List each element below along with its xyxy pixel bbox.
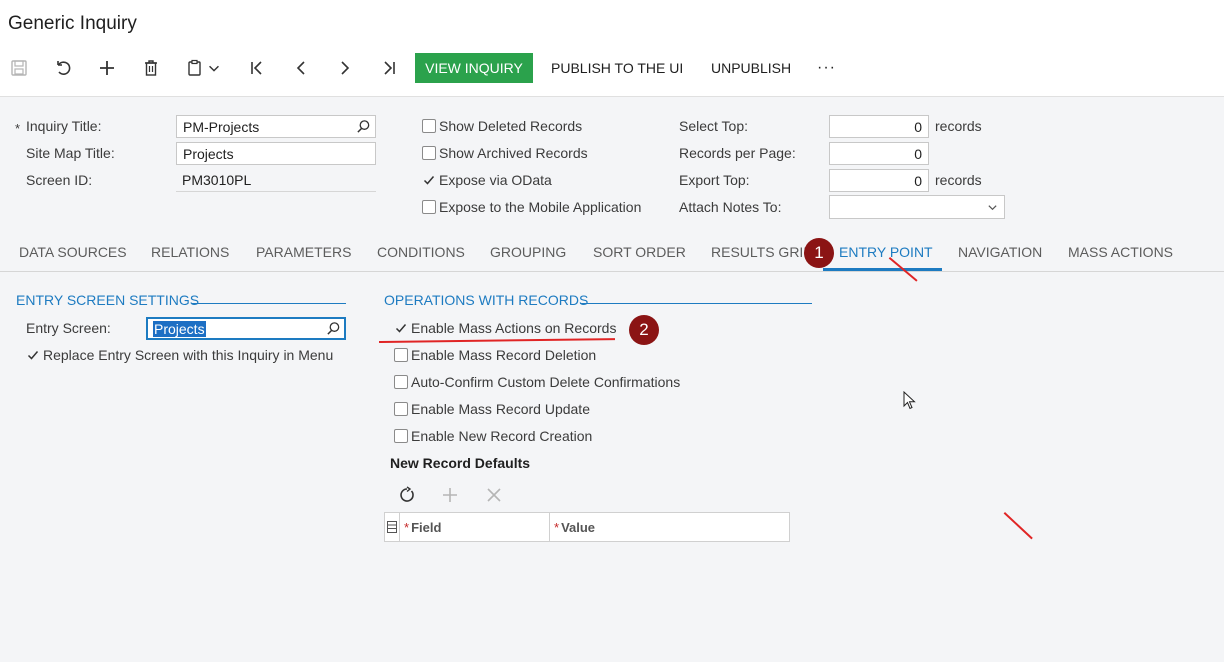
- check-icon: [395, 324, 407, 333]
- export-top-input[interactable]: 0: [829, 169, 929, 192]
- auto-confirm-checkbox[interactable]: [394, 375, 408, 389]
- replace-entry-label: Replace Entry Screen with this Inquiry i…: [43, 347, 334, 363]
- select-top-label: Select Top:: [679, 118, 749, 134]
- column-header-value[interactable]: * Value: [550, 513, 789, 541]
- tab-results-grid[interactable]: RESULTS GRID: [711, 244, 813, 260]
- check-icon: [423, 176, 435, 185]
- undo-icon[interactable]: [50, 55, 76, 81]
- tab-mass-actions[interactable]: MASS ACTIONS: [1068, 244, 1173, 260]
- replace-entry-checkbox[interactable]: [26, 348, 40, 362]
- delete-icon[interactable]: [138, 55, 164, 81]
- next-icon[interactable]: [332, 55, 358, 81]
- search-icon[interactable]: [356, 119, 371, 134]
- annotation-marker-2: 2: [629, 315, 659, 345]
- attach-notes-select[interactable]: [829, 195, 1005, 219]
- enable-mass-update-label: Enable Mass Record Update: [411, 401, 590, 417]
- page-title: Generic Inquiry: [8, 13, 137, 34]
- tab-navigation[interactable]: NAVIGATION: [958, 244, 1042, 260]
- sitemap-title-input[interactable]: Projects: [176, 142, 376, 165]
- new-record-defaults-grid: * Field * Value: [384, 512, 790, 542]
- entry-settings-title: ENTRY SCREEN SETTINGS: [16, 292, 200, 308]
- delete-row-icon[interactable]: [481, 482, 507, 508]
- refresh-icon[interactable]: [394, 482, 420, 508]
- section-divider: [192, 303, 346, 304]
- required-asterisk: *: [554, 519, 560, 535]
- tab-grouping[interactable]: GROUPING: [490, 244, 566, 260]
- enable-mass-actions-label: Enable Mass Actions on Records: [411, 320, 617, 336]
- sitemap-title-value: Projects: [183, 145, 234, 162]
- show-archived-checkbox[interactable]: [422, 146, 436, 160]
- export-top-unit: records: [935, 172, 982, 188]
- show-archived-label: Show Archived Records: [439, 145, 588, 161]
- inquiry-title-input[interactable]: PM-Projects: [176, 115, 376, 138]
- grid-settings-icon[interactable]: [385, 513, 400, 541]
- search-icon[interactable]: [326, 321, 341, 336]
- active-tab-indicator: [823, 268, 942, 271]
- attach-notes-label: Attach Notes To:: [679, 199, 782, 215]
- column-header-value-label: Value: [561, 519, 596, 535]
- enable-mass-deletion-checkbox[interactable]: [394, 348, 408, 362]
- operations-title: OPERATIONS WITH RECORDS: [384, 292, 589, 308]
- tab-parameters[interactable]: PARAMETERS: [256, 244, 351, 260]
- screen-id-label: Screen ID:: [26, 172, 93, 188]
- show-deleted-checkbox[interactable]: [422, 119, 436, 133]
- check-icon: [27, 351, 39, 360]
- records-per-page-input[interactable]: 0: [829, 142, 929, 165]
- inquiry-title-value: PM-Projects: [183, 118, 260, 135]
- tabs-border: [0, 271, 1224, 272]
- last-icon[interactable]: [376, 55, 402, 81]
- column-header-field-label: Field: [411, 519, 442, 535]
- clipboard-icon[interactable]: [182, 55, 208, 81]
- enable-new-record-label: Enable New Record Creation: [411, 428, 593, 444]
- first-icon[interactable]: [244, 55, 270, 81]
- column-header-field[interactable]: * Field: [400, 513, 550, 541]
- enable-mass-actions-checkbox[interactable]: [394, 321, 408, 335]
- view-inquiry-button[interactable]: VIEW INQUIRY: [415, 53, 533, 83]
- auto-confirm-label: Auto-Confirm Custom Delete Confirmations: [411, 374, 681, 390]
- enable-mass-deletion-label: Enable Mass Record Deletion: [411, 347, 597, 363]
- tab-sort-order[interactable]: SORT ORDER: [593, 244, 686, 260]
- required-asterisk: *: [15, 121, 21, 136]
- chevron-down-icon[interactable]: [206, 55, 222, 81]
- entry-screen-value: Projects: [153, 320, 206, 337]
- show-deleted-label: Show Deleted Records: [439, 118, 583, 134]
- add-icon[interactable]: [94, 55, 120, 81]
- mouse-cursor-icon: [903, 391, 916, 410]
- section-divider: [580, 303, 812, 304]
- records-per-page-label: Records per Page:: [679, 145, 796, 161]
- expose-odata-label: Expose via OData: [439, 172, 552, 188]
- unpublish-button[interactable]: UNPUBLISH: [711, 53, 791, 83]
- new-record-defaults-title: New Record Defaults: [390, 455, 531, 471]
- export-top-label: Export Top:: [679, 172, 750, 188]
- more-button[interactable]: ···: [817, 53, 836, 83]
- add-row-icon[interactable]: [437, 482, 463, 508]
- tab-entry-point[interactable]: ENTRY POINT: [839, 244, 933, 260]
- prev-icon[interactable]: [288, 55, 314, 81]
- annotation-marker-1: 1: [804, 238, 834, 268]
- tab-conditions[interactable]: CONDITIONS: [377, 244, 465, 260]
- expose-odata-checkbox[interactable]: [422, 173, 436, 187]
- select-top-input[interactable]: 0: [829, 115, 929, 138]
- tab-relations[interactable]: RELATIONS: [151, 244, 229, 260]
- select-top-unit: records: [935, 118, 982, 134]
- expose-mobile-checkbox[interactable]: [422, 200, 436, 214]
- screen-id-value: PM3010PL: [176, 169, 376, 192]
- enable-new-record-checkbox[interactable]: [394, 429, 408, 443]
- publish-button[interactable]: PUBLISH TO THE UI: [551, 53, 683, 83]
- entry-screen-input[interactable]: Projects: [146, 317, 346, 340]
- chevron-down-icon: [988, 205, 997, 211]
- enable-mass-update-checkbox[interactable]: [394, 402, 408, 416]
- tab-data-sources[interactable]: DATA SOURCES: [19, 244, 127, 260]
- inquiry-title-label: Inquiry Title:: [26, 118, 102, 134]
- sitemap-title-label: Site Map Title:: [26, 145, 115, 161]
- save-icon[interactable]: [6, 55, 32, 81]
- expose-mobile-label: Expose to the Mobile Application: [439, 199, 642, 215]
- entry-screen-label: Entry Screen:: [26, 320, 111, 336]
- required-asterisk: *: [404, 519, 410, 535]
